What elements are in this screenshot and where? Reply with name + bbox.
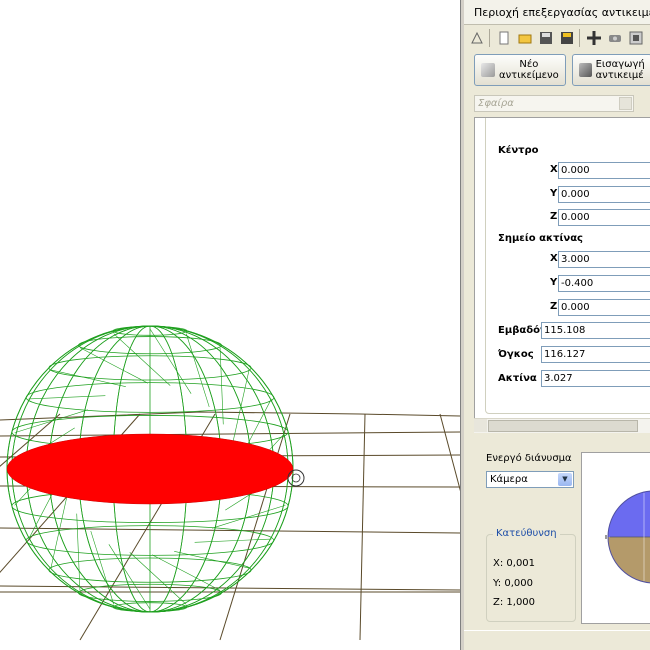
camera-icon[interactable] [606,29,624,47]
panel-title-bar: Περιοχή επεξεργασίας αντικειμένων [464,0,650,25]
volume-label: Όγκος [498,349,534,360]
direction-z: Z: 1,000 [493,597,536,608]
orientation-gizmo[interactable] [581,452,650,624]
center-y-label: Y [550,188,558,199]
direction-y: Y: 0,000 [493,578,533,589]
new-object-label-2: αντικείμενο [499,70,559,81]
grid-line [439,413,460,492]
area-label: Εμβαδόν [498,325,547,336]
chevron-down-icon [619,97,632,110]
import-label-1: Εισαγωγή [595,59,645,70]
sphere-triangulation-line [28,395,106,400]
sphere-triangulation-line [50,493,68,569]
center-z-label: Z [550,211,558,222]
new-object-label-1: Νέο [519,59,539,70]
sphere-triangulation-line [50,369,126,387]
scroll-left-icon[interactable] [474,419,487,432]
status-strip [464,630,650,650]
radius-point-y-label: Y [550,277,558,288]
open-folder-icon[interactable] [516,29,534,47]
save-as-icon[interactable] [558,29,576,47]
sphere-triangulation-line [129,552,187,605]
chevron-down-icon[interactable]: ▼ [558,473,572,486]
volume-field: 116.127 [541,346,650,363]
import-object-button[interactable]: Εισαγωγή αντικειμέ [571,54,650,86]
center-y-input[interactable]: 0.000 [558,186,650,203]
scene-canvas[interactable] [0,0,460,650]
sphere-triangulation-line [113,333,171,386]
radius-point-y-input[interactable]: -0.400 [558,275,650,292]
radius-label: Ακτίνα [498,373,537,384]
center-x-label: X [550,164,558,175]
properties-scrollbar[interactable] [474,418,650,433]
sphere-triangulation-line [108,544,151,610]
toolbar [464,26,650,50]
object-editor-panel: Περιοχή επεξεργασίας αντικειμένων Νέοαντ… [464,0,650,650]
active-vector-select[interactable]: Κάμερα ▼ [486,471,574,488]
radius-point-label: Σημείο ακτίνας [498,233,583,244]
move-icon[interactable] [585,29,603,47]
object-type-value: Σφαίρα [478,98,514,109]
sphere-triangulation-line [149,328,192,394]
sphere-triangulation-line [185,333,210,408]
new-object-button[interactable]: Νέο αντικείμενο [474,54,566,86]
graph-icon[interactable] [468,29,486,47]
center-label: Κέντρο [498,145,539,156]
toolbar-separator [489,29,492,47]
direction-group: Κατεύθυνση X: 0,001 Y: 0,000 Z: 1,000 [486,528,576,622]
object-type-select: Σφαίρα [474,95,634,112]
area-field: 115.108 [541,322,650,339]
sphere-triangulation-line [211,504,286,529]
radius-point-z-label: Z [550,301,558,312]
panel-title: Περιοχή επεξεργασίας αντικειμένων [474,5,650,19]
import-label-2: αντικειμέ [595,70,644,81]
sphere-triangulation-line [14,409,89,434]
sphere-triangulation-line [194,538,272,543]
center-z-input[interactable]: 0.000 [558,209,650,226]
properties-panel: Κέντρο X 0.000 Y 0.000 Z 0.000 Σημείο ακ… [474,117,650,418]
radius-point-z-input[interactable]: 0.000 [558,299,650,316]
grid-line [0,431,460,437]
3d-viewport[interactable] [0,0,461,650]
gizmo-sphere[interactable] [582,453,650,623]
sphere-triangulation-line [174,551,250,569]
new-file-icon[interactable] [495,29,513,47]
radius-point-x-input[interactable]: 3.000 [558,251,650,268]
direction-x: X: 0,001 [493,558,536,569]
center-x-input[interactable]: 0.000 [558,162,650,179]
cross-section-disc [6,433,294,505]
toolbar-separator [579,29,582,47]
radius-point-x-label: X [550,253,558,264]
grid-line [359,413,366,641]
radius-point-marker [287,469,305,487]
sphere-triangulation-line [90,530,115,605]
active-vector-value: Κάμερα [490,474,528,485]
cube-icon [481,63,495,77]
scrollbar-thumb[interactable] [488,420,638,432]
display-icon[interactable] [627,29,645,47]
cube-icon [578,63,592,77]
radius-field: 3.027 [541,370,650,387]
direction-title: Κατεύθυνση [493,528,560,539]
save-icon[interactable] [537,29,555,47]
active-vector-label: Ενεργό διάνυσμα [486,453,572,464]
